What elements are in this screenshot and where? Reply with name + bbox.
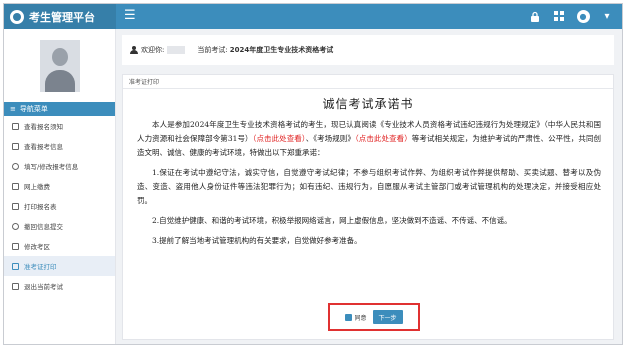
- brand[interactable]: 考生管理平台: [4, 4, 116, 29]
- agree-actions: 同意 下一步: [328, 303, 420, 331]
- lock-icon[interactable]: [528, 9, 542, 23]
- next-step-button[interactable]: 下一步: [372, 310, 403, 324]
- sidebar-item-payment[interactable]: 网上缴费: [4, 176, 115, 196]
- sidebar-item-label: 退出当前考试: [24, 283, 63, 291]
- edit-icon: [12, 242, 19, 250]
- pledge-card: 准考证打印 诚信考试承诺书 本人是参加2024年度卫生专业技术资格考试的考生，现…: [122, 74, 614, 340]
- sidebar-item-label: 准考证打印: [24, 263, 57, 271]
- section-label: 准考证打印: [123, 75, 613, 89]
- menu-icon: ≡: [10, 105, 16, 113]
- sidebar-item-notice[interactable]: 查看报名须知: [4, 116, 115, 136]
- info-bar: 欢迎你: 当前考试: 2024年度卫生专业技术资格考试: [122, 35, 614, 65]
- profile: [4, 29, 115, 102]
- sidebar: ≡ 导航菜单 查看报名须知 查看报考信息 填写/修改报考信息 网上缴费 打印报名…: [4, 29, 116, 344]
- current-exam-value: 2024年度卫生专业技术资格考试: [229, 46, 334, 54]
- sidebar-item-label: 修改考区: [24, 243, 50, 251]
- sidebar-item-label: 撤回信息提交: [24, 223, 63, 231]
- pledge-item-3: 3.提前了解当地考试管理机构的有关要求，自觉做好参考准备。: [152, 236, 362, 245]
- pledge-item-1: 1.保证在考试中遵纪守法，诚实守信，自觉遵守考试纪律；不参与组织考试作弊、为组织…: [137, 168, 601, 205]
- welcome-label: 欢迎你:: [141, 46, 165, 54]
- app-title: 考生管理平台: [29, 10, 95, 24]
- pledge-intro-text-b: 、《考场规则》: [305, 134, 355, 143]
- exit-icon: [12, 282, 19, 290]
- doc-icon: [12, 142, 19, 150]
- sidebar-item-label: 查看报考信息: [24, 143, 63, 151]
- current-exam-label: 当前考试:: [197, 46, 228, 54]
- user-icon: [130, 46, 138, 54]
- rules-link-2[interactable]: （点击此处查看）: [355, 134, 412, 143]
- sidebar-item-withdraw[interactable]: 撤回信息提交: [4, 216, 115, 236]
- nav-header-label: 导航菜单: [19, 105, 48, 113]
- checkbox-icon[interactable]: [345, 313, 353, 321]
- agree-label: 同意: [354, 314, 367, 322]
- sidebar-item-print-form[interactable]: 打印报名表: [4, 196, 115, 216]
- pledge-item-2: 2.自觉维护健康、和谐的考试环境，积极举报网络谣言，网上虚假信息，坚决做到不造谣…: [152, 216, 512, 225]
- profile-photo: [39, 39, 80, 92]
- sidebar-item-label: 填写/修改报考信息: [24, 163, 79, 171]
- grid-icon[interactable]: [552, 9, 566, 23]
- doc-icon: [12, 122, 19, 130]
- sidebar-item-exit-exam[interactable]: 退出当前考试: [4, 276, 115, 296]
- sidebar-item-label: 查看报名须知: [24, 123, 63, 131]
- doc-icon: [12, 262, 19, 270]
- app-window: 考生管理平台 ☰ ● ▾ ≡ 导航菜单 查看报名须知 查看报考信息 填写/修改报…: [3, 3, 623, 345]
- print-icon: [12, 202, 19, 210]
- logo-icon: [10, 9, 24, 24]
- main-content: 欢迎你: 当前考试: 2024年度卫生专业技术资格考试 准考证打印 诚信考试承诺…: [116, 29, 622, 344]
- doc-icon: [12, 182, 19, 190]
- top-right-icons: ● ▾: [528, 9, 614, 23]
- chevron-down-icon[interactable]: ▾: [600, 9, 614, 23]
- menu-icon[interactable]: ☰: [124, 9, 136, 23]
- sidebar-item-label: 打印报名表: [24, 203, 57, 211]
- agree-checkbox[interactable]: 同意: [345, 313, 367, 322]
- sidebar-item-label: 网上缴费: [24, 183, 50, 191]
- nav-header: ≡ 导航菜单: [4, 102, 115, 116]
- avatar: ●: [576, 9, 590, 23]
- rules-link-1[interactable]: （点击此处查看）: [253, 134, 306, 143]
- sidebar-item-change-area[interactable]: 修改考区: [4, 236, 115, 256]
- circle-check-icon: [12, 162, 19, 170]
- sidebar-item-view-info[interactable]: 查看报考信息: [4, 136, 115, 156]
- undo-icon: [12, 222, 19, 230]
- top-navbar: 考生管理平台 ☰ ● ▾: [4, 4, 622, 29]
- user-circle-icon[interactable]: ●: [576, 9, 590, 23]
- sidebar-item-edit-info[interactable]: 填写/修改报考信息: [4, 156, 115, 176]
- user-name-masked: [167, 46, 186, 54]
- pledge-intro: 本人是参加2024年度卫生专业技术资格考试的考生，现已认真阅读《专业技术人员资格…: [123, 118, 613, 160]
- sidebar-item-admission-ticket[interactable]: 准考证打印: [4, 256, 115, 276]
- page-title: 诚信考试承诺书: [322, 97, 414, 111]
